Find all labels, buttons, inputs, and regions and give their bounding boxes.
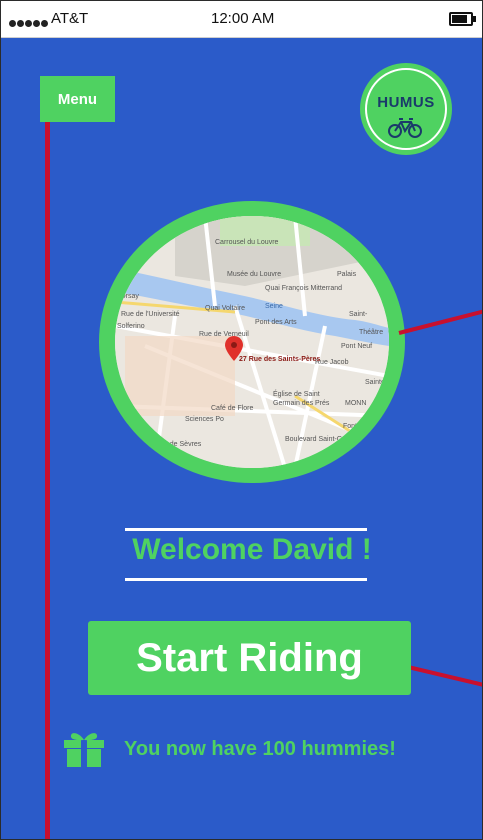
map-label: Seine — [265, 303, 283, 310]
start-annotation-connector — [407, 665, 482, 687]
map-label: d'Orsay — [115, 293, 139, 300]
signal-strength-icon — [9, 14, 49, 32]
humus-logo[interactable]: HUMUS — [360, 63, 452, 155]
map-label: Pont Neuf — [341, 343, 372, 350]
map-graphic: Carrousel du Louvre Musée du Louvre Pala… — [115, 216, 389, 468]
map-annotation-connector — [398, 309, 482, 335]
map-label: Quai François Mitterrand — [265, 285, 342, 292]
phone-screen: AT&T 12:00 AM Menu HUMUS Carrousel du Lo… — [0, 0, 483, 840]
gift-icon — [64, 733, 104, 767]
map-label: Rue de l'Université — [121, 311, 180, 318]
map-label: Boulevard Saint-Germain — [285, 436, 364, 443]
map-label: MONN — [345, 400, 366, 407]
status-time: 12:00 AM — [211, 10, 275, 27]
map-label: Fontaine — [343, 423, 370, 430]
logo-text: HUMUS — [377, 94, 435, 111]
map-label: Germain des Prés — [273, 400, 330, 407]
map-label: Sciences Po — [185, 416, 224, 423]
bicycle-icon — [388, 118, 422, 138]
map-label: Pont des Arts — [255, 319, 297, 326]
map-label: Sainte — [365, 379, 385, 386]
map-label: Rue de Verneuil — [199, 331, 249, 338]
map-label: Église de Saint — [273, 389, 320, 398]
map-label: Quai Voltaire — [205, 305, 245, 312]
welcome-divider-bottom — [125, 578, 367, 581]
map-label: Café de Flore — [211, 405, 254, 412]
welcome-heading: Welcome David ! — [132, 533, 372, 566]
map-label: Théâtre — [359, 329, 383, 336]
map-label: Carrousel du Louvre — [215, 239, 279, 246]
start-riding-button[interactable]: Start Riding — [88, 621, 411, 695]
map-view[interactable]: Carrousel du Louvre Musée du Louvre Pala… — [115, 216, 389, 468]
map-label: Saint- — [349, 311, 368, 318]
status-bar: AT&T 12:00 AM — [1, 1, 482, 38]
map-label: Rue de Sèvres — [155, 441, 202, 448]
map-label: Solferino — [117, 323, 145, 330]
map-label: Palais — [337, 271, 357, 278]
reward-text: You now have 100 hummies! — [124, 738, 396, 760]
map-pin-label: 27 Rue des Saints-Pères — [239, 356, 320, 363]
map-label: Musée du Louvre — [227, 271, 281, 278]
menu-button[interactable]: Menu — [40, 76, 115, 122]
menu-annotation-line — [45, 122, 50, 839]
battery-icon — [449, 12, 476, 26]
carrier-label: AT&T — [51, 10, 89, 27]
map-frame: Carrousel du Louvre Musée du Louvre Pala… — [99, 201, 405, 483]
welcome-divider-top — [125, 528, 367, 531]
